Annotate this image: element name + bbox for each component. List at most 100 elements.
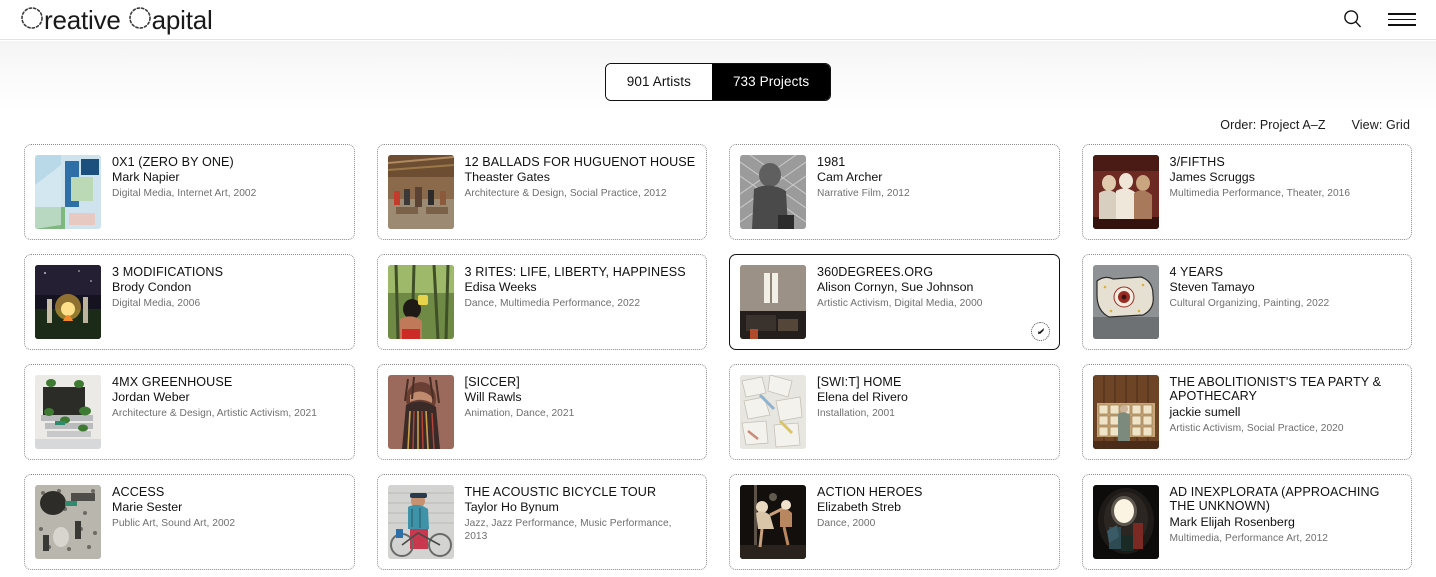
project-meta: Architecture & Design, Artistic Activism… [112, 408, 317, 420]
project-text: AD INEXPLORATA (APPROACHING THE UNKNOWN)… [1170, 485, 1402, 559]
logo-text: reative apital [20, 5, 213, 35]
logo-word-2: apital [151, 4, 213, 35]
project-text: 360DEGREES.ORG Alison Cornyn, Sue Johnson… [817, 265, 1049, 339]
project-title: AD INEXPLORATA (APPROACHING THE UNKNOWN) [1169, 484, 1380, 514]
project-thumbnail [387, 484, 454, 559]
project-grid: 0X1 (ZERO BY ONE) Mark Napier Digital Medi… [0, 132, 1436, 570]
project-title: 360DEGREES.ORG [817, 264, 934, 279]
project-thumbnail [35, 484, 101, 559]
project-thumbnail [740, 484, 806, 559]
search-icon [1343, 9, 1362, 31]
project-meta: Architecture & Design, Social Practice, … [464, 188, 667, 200]
project-artist: Steven Tamayo [1169, 280, 1255, 295]
project-artist: Elizabeth Streb [817, 500, 902, 515]
project-title: 3 RITES: LIFE, LIBERTY, HAPPINESS [464, 264, 686, 279]
view-toggle-wrap: 901 Artists 733 Projects [0, 40, 1436, 101]
project-text: 3 RITES: LIFE, LIBERTY, HAPPINESS Edisa W… [465, 265, 697, 339]
project-card[interactable]: [SICCER] Will Rawls Animation, Dance, 2021 [376, 363, 707, 460]
project-thumbnail [1092, 374, 1159, 449]
project-text: [SWI:T] HOME Elena del Rivero Installation… [817, 375, 1049, 449]
menu-button[interactable] [1386, 11, 1418, 28]
project-text: ACTION HEROES Elizabeth Streb Dance, 2000 [817, 485, 1049, 559]
project-artist: Mark Elijah Rosenberg [1169, 515, 1295, 530]
project-thumbnail [740, 374, 806, 449]
project-meta: Artistic Activism, Digital Media, 2000 [817, 298, 983, 310]
project-meta: Digital Media, Internet Art, 2002 [112, 188, 257, 200]
project-title: 0X1 (ZERO BY ONE) [112, 154, 234, 169]
project-artist: Jordan Weber [112, 390, 190, 405]
project-thumbnail [35, 154, 101, 229]
artists-projects-toggle: 901 Artists 733 Projects [604, 63, 832, 101]
project-card[interactable]: 1981 Cam Archer Narrative Film, 2012 [729, 143, 1060, 240]
project-card[interactable]: 12 BALLADS FOR HUGUENOT HOUSE Theaster Ga… [376, 143, 707, 240]
project-card[interactable]: ACTION HEROES Elizabeth Streb Dance, 2000 [729, 473, 1060, 570]
project-card[interactable]: 4 YEARS Steven Tamayo Cultural Organizing,… [1081, 253, 1412, 350]
project-thumbnail [35, 374, 101, 449]
project-card[interactable]: 0X1 (ZERO BY ONE) Mark Napier Digital Medi… [24, 143, 355, 240]
project-title: ACTION HEROES [817, 484, 923, 499]
search-button[interactable] [1341, 7, 1364, 33]
project-artist: Edisa Weeks [464, 280, 537, 295]
project-card[interactable]: 360DEGREES.ORG Alison Cornyn, Sue Johnson… [729, 253, 1060, 350]
project-thumbnail [387, 154, 454, 229]
dotted-c-icon [20, 5, 44, 35]
logo-word-1: reative [44, 4, 121, 35]
project-artist: Theaster Gates [464, 170, 550, 185]
project-artist: Marie Sester [112, 500, 183, 515]
project-card[interactable]: 4MX GREENHOUSE Jordan Weber Architecture &… [24, 363, 355, 460]
project-title: THE ACOUSTIC BICYCLE TOUR [464, 484, 657, 499]
project-title: 12 BALLADS FOR HUGUENOT HOUSE [464, 154, 696, 169]
project-meta: Dance, 2000 [817, 518, 876, 530]
header-actions [1341, 7, 1418, 33]
list-controls: Order: Project A–Z View: Grid [0, 101, 1436, 132]
tab-projects[interactable]: 733 Projects [711, 64, 831, 100]
site-logo[interactable]: reative apital [20, 5, 213, 35]
project-card[interactable]: ACCESS Marie Sester Public Art, Sound Art,… [24, 473, 355, 570]
project-thumbnail [1092, 484, 1159, 559]
project-text: 1981 Cam Archer Narrative Film, 2012 [817, 155, 1049, 229]
project-thumbnail [740, 154, 806, 229]
project-meta: Animation, Dance, 2021 [464, 408, 575, 420]
project-thumbnail [1092, 154, 1159, 229]
project-card[interactable]: THE ABOLITIONIST'S TEA PARTY & APOTHECAR… [1081, 363, 1412, 460]
project-text: THE ABOLITIONIST'S TEA PARTY & APOTHECAR… [1170, 375, 1402, 449]
project-card[interactable]: [SWI:T] HOME Elena del Rivero Installation… [729, 363, 1060, 460]
project-text: 0X1 (ZERO BY ONE) Mark Napier Digital Medi… [112, 155, 344, 229]
project-meta: Jazz, Jazz Performance, Music Performanc… [464, 518, 672, 542]
project-text: [SICCER] Will Rawls Animation, Dance, 2021 [465, 375, 697, 449]
project-artist: jackie sumell [1169, 405, 1241, 420]
project-artist: Taylor Ho Bynum [464, 500, 559, 515]
project-artist: Alison Cornyn, Sue Johnson [817, 280, 974, 295]
project-artist: Brody Condon [112, 280, 192, 295]
project-card[interactable]: 3 RITES: LIFE, LIBERTY, HAPPINESS Edisa W… [376, 253, 707, 350]
project-meta: Public Art, Sound Art, 2002 [112, 518, 236, 530]
tab-artists[interactable]: 901 Artists [605, 64, 712, 100]
project-thumbnail [387, 374, 454, 449]
project-text: 3 MODIFICATIONS Brody Condon Digital Media… [112, 265, 344, 339]
site-header: reative apital [0, 0, 1436, 40]
project-title: 4 YEARS [1169, 264, 1224, 279]
hamburger-menu-icon [1388, 13, 1416, 26]
project-artist: Elena del Rivero [817, 390, 908, 405]
project-text: 3/FIFTHS James Scruggs Multimedia Performa… [1170, 155, 1402, 229]
order-control[interactable]: Order: Project A–Z [1220, 118, 1325, 132]
open-arrow-icon[interactable] [1030, 321, 1050, 341]
project-thumbnail [387, 264, 454, 339]
project-text: 12 BALLADS FOR HUGUENOT HOUSE Theaster Ga… [465, 155, 697, 229]
project-artist: James Scruggs [1169, 170, 1255, 185]
project-card[interactable]: 3/FIFTHS James Scruggs Multimedia Performa… [1081, 143, 1412, 240]
project-artist: Will Rawls [464, 390, 522, 405]
project-card[interactable]: THE ACOUSTIC BICYCLE TOUR Taylor Ho Bynum… [376, 473, 707, 570]
project-text: 4 YEARS Steven Tamayo Cultural Organizing,… [1170, 265, 1402, 339]
project-card[interactable]: AD INEXPLORATA (APPROACHING THE UNKNOWN)… [1081, 473, 1412, 570]
project-title: THE ABOLITIONIST'S TEA PARTY & APOTHECAR… [1169, 374, 1382, 404]
project-card[interactable]: 3 MODIFICATIONS Brody Condon Digital Media… [24, 253, 355, 350]
project-meta: Multimedia Performance, Theater, 2016 [1169, 188, 1351, 200]
project-thumbnail [35, 264, 101, 339]
project-meta: Cultural Organizing, Painting, 2022 [1169, 298, 1330, 310]
project-title: 3 MODIFICATIONS [112, 264, 224, 279]
view-control[interactable]: View: Grid [1352, 118, 1410, 132]
project-meta: Digital Media, 2006 [112, 298, 201, 310]
project-thumbnail [1092, 264, 1159, 339]
project-meta: Narrative Film, 2012 [817, 188, 910, 200]
